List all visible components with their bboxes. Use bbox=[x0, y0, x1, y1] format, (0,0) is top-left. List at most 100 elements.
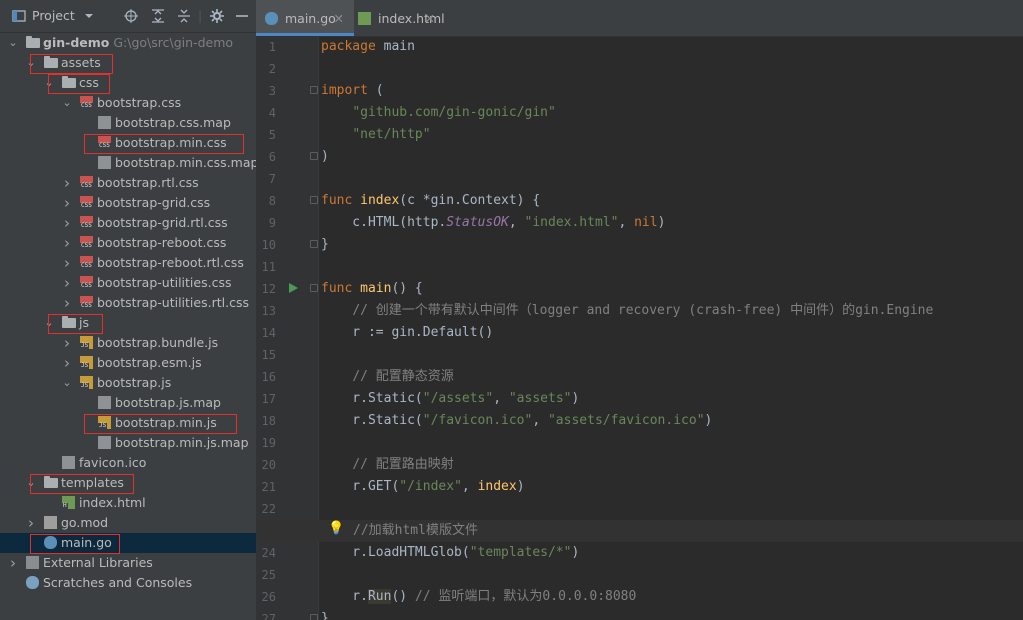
code-line[interactable]: import ( bbox=[321, 83, 1021, 105]
code-line[interactable]: r.Static("/favicon.ico", "assets/favicon… bbox=[321, 413, 1021, 435]
fold-marker-icon[interactable] bbox=[310, 86, 318, 94]
tree-item-bootstrap-css-map[interactable]: bootstrap.css.map bbox=[0, 113, 256, 133]
chevron-right-icon[interactable]: › bbox=[60, 173, 74, 193]
code-editor[interactable]: 1234567891011121314151617181920212223242… bbox=[256, 37, 1023, 620]
code-line[interactable]: // 创建一个带有默认中间件（logger and recovery (cras… bbox=[321, 303, 1021, 325]
tree-item-scratches-and-consoles[interactable]: Scratches and Consoles bbox=[0, 573, 256, 593]
fold-marker-icon[interactable] bbox=[310, 196, 318, 204]
tree-item-index-html[interactable]: Hindex.html bbox=[0, 493, 256, 513]
code-line[interactable] bbox=[321, 61, 1021, 83]
chevron-down-icon[interactable]: ⌄ bbox=[60, 373, 74, 393]
chevron-right-icon[interactable]: › bbox=[60, 233, 74, 253]
chevron-right-icon[interactable]: › bbox=[60, 333, 74, 353]
tree-item-favicon-ico[interactable]: favicon.ico bbox=[0, 453, 256, 473]
code-line[interactable] bbox=[321, 259, 1021, 281]
tree-item-bootstrap-min-js-map[interactable]: bootstrap.min.js.map bbox=[0, 433, 256, 453]
chevron-right-icon[interactable]: › bbox=[60, 353, 74, 373]
chevron-right-icon[interactable]: › bbox=[60, 193, 74, 213]
tree-item-label: bootstrap-utilities.css bbox=[97, 273, 231, 293]
file-type-tag: CSS bbox=[80, 102, 93, 109]
tree-item-bootstrap-bundle-js[interactable]: › JS bootstrap.bundle.js bbox=[0, 333, 256, 353]
chevron-down-icon[interactable]: ⌄ bbox=[6, 33, 20, 53]
tree-item-bootstrap-css[interactable]: ⌄ CSS bootstrap.css bbox=[0, 93, 256, 113]
close-icon[interactable]: ✕ bbox=[425, 0, 435, 38]
css-file-icon: CSS bbox=[80, 276, 93, 289]
tree-item-bootstrap-utilities-css[interactable]: › CSS bootstrap-utilities.css bbox=[0, 273, 256, 293]
settings-icon[interactable] bbox=[210, 0, 224, 32]
tree-item-go-mod[interactable]: › go.mod bbox=[0, 513, 256, 533]
tree-item-bootstrap-min-css-map[interactable]: bootstrap.min.css.map bbox=[0, 153, 256, 173]
chevron-down-icon[interactable]: ⌄ bbox=[60, 93, 74, 113]
code-line[interactable]: func index(c *gin.Context) { bbox=[321, 193, 1021, 215]
code-line[interactable]: c.HTML(http.StatusOK, "index.html", nil) bbox=[321, 215, 1021, 237]
code-line[interactable]: r.GET("/index", index) bbox=[321, 479, 1021, 501]
chevron-right-icon[interactable]: › bbox=[60, 293, 74, 313]
project-panel: Project | ⌄ gin-demo G:\go\src\gin-demo ⌄ as… bbox=[0, 0, 256, 620]
tree-item-bootstrap-reboot-rtl-css[interactable]: › CSS bootstrap-reboot.rtl.css bbox=[0, 253, 256, 273]
chevron-right-icon[interactable]: › bbox=[60, 253, 74, 273]
tree-item-bootstrap-js-map[interactable]: bootstrap.js.map bbox=[0, 393, 256, 413]
code-line[interactable]: func main() { bbox=[321, 281, 1021, 303]
code-line[interactable]: ) bbox=[321, 149, 1021, 171]
code-token: "templates/*" bbox=[469, 545, 572, 560]
tree-item-external-libraries[interactable]: › External Libraries bbox=[0, 553, 256, 573]
code-line[interactable]: r.Run() // 监听端口，默认为0.0.0.0:8080 bbox=[321, 589, 1021, 611]
tree-item-bootstrap-grid-rtl-css[interactable]: › CSS bootstrap-grid.rtl.css bbox=[0, 213, 256, 233]
code-line[interactable] bbox=[321, 171, 1021, 193]
chevron-right-icon[interactable]: › bbox=[60, 273, 74, 293]
code-line[interactable]: } bbox=[321, 611, 1021, 620]
file-type-tag: CSS bbox=[80, 302, 93, 309]
code-line[interactable]: package main bbox=[321, 39, 1021, 61]
tree-item-css[interactable]: ⌄ css bbox=[0, 73, 256, 93]
hide-icon[interactable] bbox=[236, 0, 248, 32]
expand-all-icon[interactable] bbox=[151, 0, 165, 32]
code-token: // 监听端口，默认为0.0.0.0:8080 bbox=[414, 589, 637, 604]
fold-marker-icon[interactable] bbox=[310, 284, 318, 292]
code-line[interactable]: //加载html模版文件 bbox=[353, 523, 1021, 545]
tree-item-bootstrap-rtl-css[interactable]: › CSS bootstrap.rtl.css bbox=[0, 173, 256, 193]
fold-marker-icon[interactable] bbox=[310, 614, 318, 620]
code-line[interactable] bbox=[321, 435, 1021, 457]
collapse-all-icon[interactable] bbox=[177, 0, 191, 32]
file-type-tag: CSS bbox=[80, 182, 93, 189]
code-token: index bbox=[477, 479, 517, 494]
code-line[interactable] bbox=[321, 501, 1021, 523]
tab-index-html[interactable]: index.html ✕ bbox=[349, 0, 445, 36]
chevron-right-icon[interactable]: › bbox=[24, 513, 38, 533]
js-file-icon: JS bbox=[80, 356, 93, 369]
tree-item-text: bootstrap-reboot.rtl.css bbox=[97, 255, 244, 270]
close-icon[interactable]: ✕ bbox=[334, 0, 344, 38]
lightbulb-icon[interactable]: 💡 bbox=[328, 521, 344, 536]
tree-item-bootstrap-reboot-css[interactable]: › CSS bootstrap-reboot.css bbox=[0, 233, 256, 253]
chevron-down-icon[interactable] bbox=[84, 0, 94, 32]
locate-icon[interactable] bbox=[124, 0, 138, 32]
code-line[interactable]: "net/http" bbox=[321, 127, 1021, 149]
run-icon[interactable] bbox=[289, 283, 298, 293]
tree-item-bootstrap-grid-css[interactable]: › CSS bootstrap-grid.css bbox=[0, 193, 256, 213]
fold-marker-icon[interactable] bbox=[310, 152, 318, 160]
code-token: ) bbox=[657, 215, 666, 230]
code-line[interactable]: r.Static("/assets", "assets") bbox=[321, 391, 1021, 413]
fold-marker-icon[interactable] bbox=[310, 240, 318, 248]
tree-item-gin-demo[interactable]: ⌄ gin-demo G:\go\src\gin-demo bbox=[0, 33, 256, 53]
code-line[interactable] bbox=[321, 567, 1021, 589]
line-number: 4 bbox=[268, 106, 276, 120]
chevron-right-icon[interactable]: › bbox=[60, 213, 74, 233]
tree-item-bootstrap-js[interactable]: ⌄ JS bootstrap.js bbox=[0, 373, 256, 393]
project-view-title[interactable]: Project bbox=[32, 0, 75, 32]
line-number: 1 bbox=[268, 40, 276, 54]
tree-item-label: bootstrap.min.js.map bbox=[115, 433, 249, 453]
code-line[interactable]: "github.com/gin-gonic/gin" bbox=[321, 105, 1021, 127]
code-line[interactable]: r.LoadHTMLGlob("templates/*") bbox=[321, 545, 1021, 567]
tree-item-label: bootstrap-utilities.rtl.css bbox=[97, 293, 249, 313]
code-line[interactable]: // 配置路由映射 bbox=[321, 457, 1021, 479]
tab-main-go[interactable]: main.go ✕ bbox=[256, 0, 354, 36]
code-line[interactable]: // 配置静态资源 bbox=[321, 369, 1021, 391]
code-line[interactable]: r := gin.Default() bbox=[321, 325, 1021, 347]
tree-item-bootstrap-esm-js[interactable]: › JS bootstrap.esm.js bbox=[0, 353, 256, 373]
chevron-right-icon[interactable]: › bbox=[6, 553, 20, 573]
tree-item-js[interactable]: ⌄ js bbox=[0, 313, 256, 333]
code-line[interactable]: } bbox=[321, 237, 1021, 259]
tree-item-bootstrap-utilities-rtl-css[interactable]: › CSS bootstrap-utilities.rtl.css bbox=[0, 293, 256, 313]
code-line[interactable] bbox=[321, 347, 1021, 369]
